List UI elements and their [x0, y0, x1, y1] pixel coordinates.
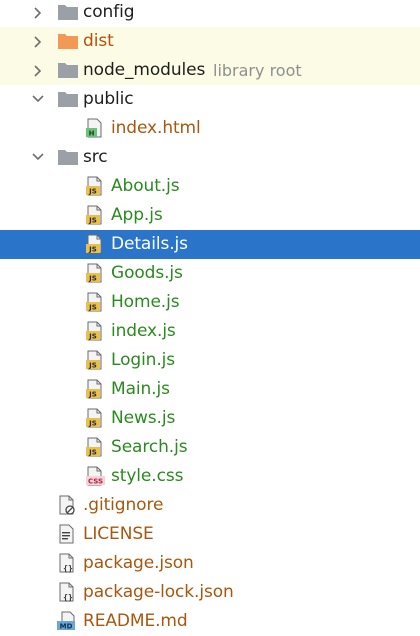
tree-item-label: Main.js — [111, 379, 170, 399]
svg-text:JS: JS — [88, 246, 97, 254]
tree-file-row[interactable]: JS About.js — [0, 172, 420, 201]
js-file-icon: JS — [85, 234, 107, 254]
tree-item-label: dist — [83, 31, 114, 51]
svg-text:JS: JS — [88, 391, 97, 399]
js-file-icon: JS — [85, 176, 107, 196]
tree-item-label: Search.js — [111, 437, 188, 457]
markdown-file-icon: MD — [57, 611, 79, 631]
chevron-right-icon[interactable] — [30, 0, 44, 27]
tree-file-row[interactable]: JS Goods.js — [0, 259, 420, 288]
folder-orange-icon — [57, 31, 79, 51]
js-file-icon: JS — [85, 379, 107, 399]
css-file-icon: CSS — [85, 466, 107, 486]
tree-folder-row[interactable]: node_modules library root — [0, 56, 420, 85]
chevron-right-icon[interactable] — [30, 27, 44, 56]
tree-file-row[interactable]: JS News.js — [0, 404, 420, 433]
js-file-icon: JS — [85, 437, 107, 457]
js-file-icon: JS — [85, 350, 107, 370]
tree-item-label: .gitignore — [83, 495, 164, 515]
svg-text:H: H — [89, 130, 95, 138]
tree-item-label: node_modules — [83, 60, 206, 80]
tree-file-row[interactable]: .gitignore — [0, 491, 420, 520]
gitignore-file-icon — [57, 495, 79, 515]
js-file-icon: JS — [85, 408, 107, 428]
js-file-icon: JS — [85, 321, 107, 341]
json-file-icon: {} — [57, 582, 79, 602]
svg-text:JS: JS — [88, 420, 97, 428]
svg-text:JS: JS — [88, 362, 97, 370]
svg-text:{}: {} — [63, 593, 73, 602]
svg-text:{}: {} — [63, 564, 73, 573]
tree-folder-row[interactable]: src — [0, 143, 420, 172]
svg-text:JS: JS — [88, 333, 97, 341]
svg-text:JS: JS — [88, 449, 97, 457]
folder-gray-icon — [57, 2, 79, 22]
tree-file-row[interactable]: JS Home.js — [0, 288, 420, 317]
tree-file-row[interactable]: LICENSE — [0, 520, 420, 549]
tree-item-label: Home.js — [111, 292, 180, 312]
tree-item-label: README.md — [83, 611, 188, 631]
folder-gray-icon — [57, 89, 79, 109]
chevron-down-icon[interactable] — [30, 85, 44, 114]
tree-item-label: index.html — [111, 118, 201, 138]
tree-item-label: App.js — [111, 205, 163, 225]
tree-file-row[interactable]: CSS style.css — [0, 462, 420, 491]
tree-item-label: Details.js — [111, 234, 188, 254]
tree-item-label: Login.js — [111, 350, 176, 370]
json-file-icon: {} — [57, 553, 79, 573]
tree-item-label: config — [83, 2, 135, 22]
tree-item-label: package.json — [83, 553, 194, 573]
tree-file-row[interactable]: MD README.md — [0, 607, 420, 636]
tree-item-label: Goods.js — [111, 263, 183, 283]
tree-file-row[interactable]: {} package.json — [0, 549, 420, 578]
library-root-hint: library root — [213, 61, 302, 80]
tree-item-label: News.js — [111, 408, 176, 428]
tree-item-label: index.js — [111, 321, 176, 341]
tree-file-row[interactable]: JS Login.js — [0, 346, 420, 375]
tree-item-label: public — [83, 89, 134, 109]
js-file-icon: JS — [85, 263, 107, 283]
svg-text:JS: JS — [88, 188, 97, 196]
chevron-down-icon[interactable] — [30, 143, 44, 172]
project-tree: config dist node_modules library root public… — [0, 0, 420, 635]
tree-item-label: package-lock.json — [83, 582, 234, 602]
tree-file-row[interactable]: JS Details.js — [0, 230, 420, 259]
tree-item-label: src — [83, 147, 108, 167]
tree-item-label: About.js — [111, 176, 180, 196]
js-file-icon: JS — [85, 205, 107, 225]
svg-text:JS: JS — [88, 217, 97, 225]
folder-gray-icon — [57, 147, 79, 167]
chevron-right-icon[interactable] — [30, 56, 44, 85]
svg-text:JS: JS — [88, 275, 97, 283]
tree-item-label: LICENSE — [83, 524, 154, 544]
html-file-icon: H — [85, 118, 107, 138]
tree-file-row[interactable]: Hindex.html — [0, 114, 420, 143]
svg-text:CSS: CSS — [88, 478, 103, 486]
tree-file-row[interactable]: JS App.js — [0, 201, 420, 230]
tree-file-row[interactable]: JS Main.js — [0, 375, 420, 404]
tree-folder-row[interactable]: dist — [0, 27, 420, 56]
tree-folder-row[interactable]: public — [0, 85, 420, 114]
text-file-icon — [57, 524, 79, 544]
tree-item-label: style.css — [111, 466, 184, 486]
tree-file-row[interactable]: JS index.js — [0, 317, 420, 346]
tree-file-row[interactable]: JS Search.js — [0, 433, 420, 462]
svg-text:MD: MD — [60, 623, 73, 631]
tree-folder-row[interactable]: config — [0, 0, 420, 27]
tree-file-row[interactable]: {} package-lock.json — [0, 578, 420, 607]
svg-text:JS: JS — [88, 304, 97, 312]
js-file-icon: JS — [85, 292, 107, 312]
folder-gray-icon — [57, 60, 79, 80]
